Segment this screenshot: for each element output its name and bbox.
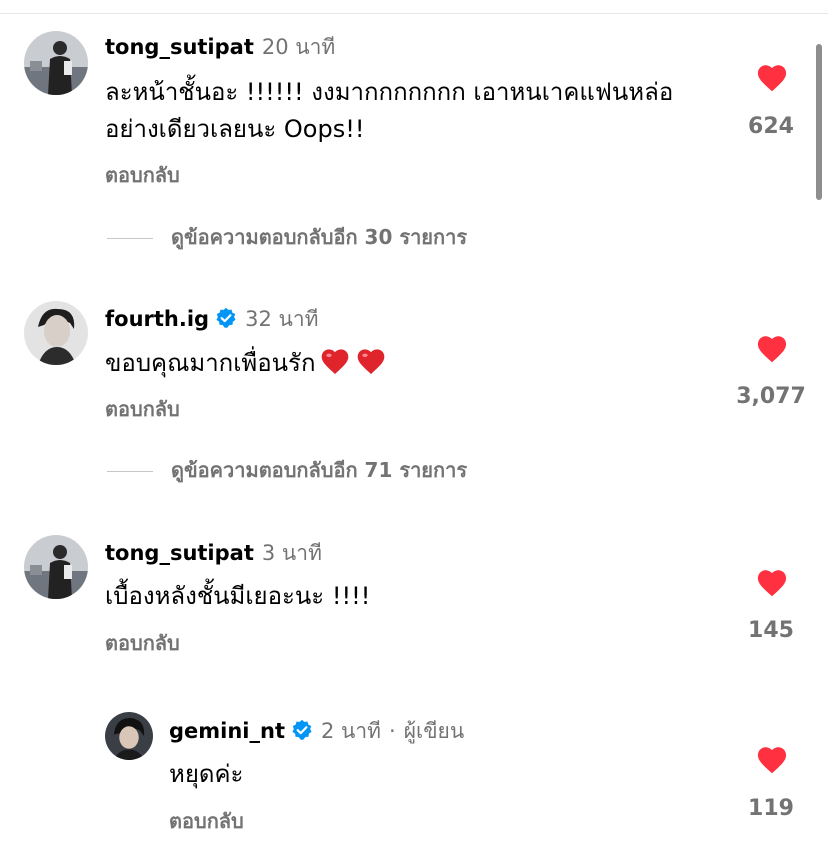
heart-icon[interactable] (755, 332, 789, 363)
comment-text-line: อย่างเดียวเลยนะ Oops!! (105, 115, 365, 143)
view-replies-button[interactable]: ดูข้อความตอบกลับอีก 30 รายการ (107, 224, 467, 250)
comment-time: 32 นาที (245, 307, 319, 331)
heart-icon[interactable] (755, 743, 789, 774)
username[interactable]: tong_sutipat (105, 541, 254, 565)
like-count: 145 (748, 618, 794, 643)
like-count: 624 (748, 114, 794, 139)
verified-badge-icon (215, 307, 237, 329)
username[interactable]: gemini_nt (169, 719, 285, 743)
reply-button[interactable]: ตอบกลับ (105, 162, 180, 188)
view-replies-button[interactable]: ดูข้อความตอบกลับอีก 71 รายการ (107, 457, 467, 483)
avatar[interactable] (105, 712, 153, 760)
like-count: 119 (748, 796, 794, 821)
username[interactable]: fourth.ig (105, 307, 209, 331)
comment-text-line: ละหน้าชั้นอะ !!!!!! งงมากกกกกกก เอาหนเาค… (105, 78, 674, 106)
comment-time: 2 นาที (321, 719, 382, 743)
separator-dot: · (389, 719, 396, 743)
replies-line (107, 471, 153, 472)
comment-header: fourth.ig 32 นาที (105, 306, 318, 332)
reply-button[interactable]: ตอบกลับ (169, 808, 244, 834)
like-count: 3,077 (736, 384, 806, 409)
comment-time: 20 นาที (261, 35, 336, 59)
reply-button[interactable]: ตอบกลับ (105, 396, 180, 422)
comment-header: tong_sutipat 3 นาที (105, 540, 322, 566)
reply-button[interactable]: ตอบกลับ (105, 630, 180, 656)
comment-header: gemini_nt 2 นาที · ผู้เขียน (169, 718, 464, 744)
red-heart-emoji (319, 344, 351, 376)
top-divider (0, 13, 828, 14)
comment-text: เบื้องหลังชั้นมีเยอะนะ !!!! (105, 582, 371, 610)
heart-icon[interactable] (755, 61, 789, 92)
red-heart-emoji (355, 344, 387, 376)
author-tag: ผู้เขียน (403, 719, 465, 743)
heart-icon[interactable] (755, 566, 789, 597)
comment-text: ขอบคุณมากเพื่อนรัก (105, 344, 725, 382)
comment-text: ละหน้าชั้นอะ !!!!!! งงมากกกกกกก เอาหนเาค… (105, 74, 725, 148)
view-replies-label: ดูข้อความตอบกลับอีก 30 รายการ (171, 225, 468, 249)
comment-header: tong_sutipat 20 นาที (105, 34, 335, 60)
comment-text: หยุดค่ะ (169, 760, 244, 788)
avatar[interactable] (24, 31, 88, 95)
comment-text-content: ขอบคุณมากเพื่อนรัก (105, 349, 316, 377)
view-replies-label: ดูข้อความตอบกลับอีก 71 รายการ (171, 458, 468, 482)
username[interactable]: tong_sutipat (105, 35, 254, 59)
replies-line (107, 238, 153, 239)
comment-time: 3 นาที (261, 541, 322, 565)
verified-badge-icon (291, 719, 313, 741)
avatar[interactable] (24, 301, 88, 365)
avatar[interactable] (24, 535, 88, 599)
